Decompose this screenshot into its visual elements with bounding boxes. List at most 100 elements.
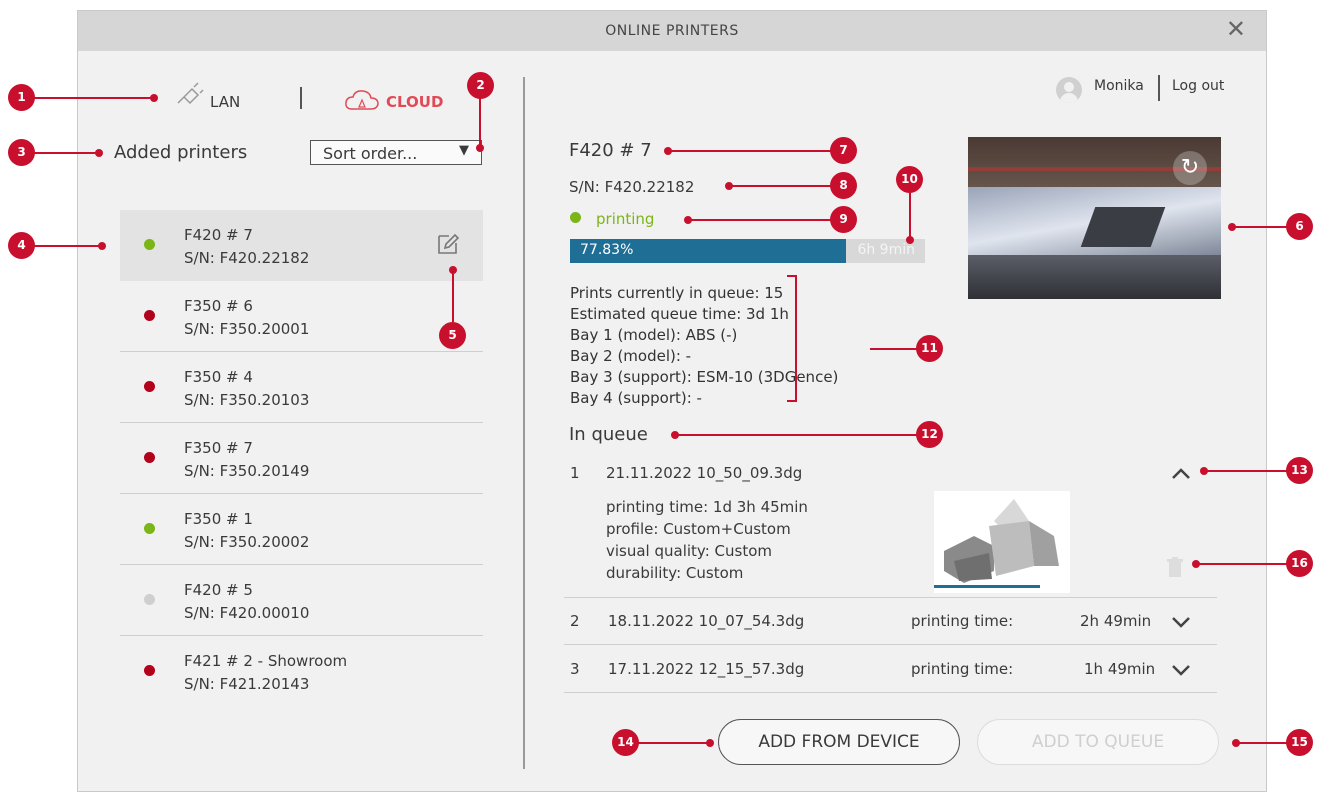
queue-item-expanded[interactable]: 1 21.11.2022 10_50_09.3dg printing time:… xyxy=(564,453,1217,598)
in-queue-heading: In queue xyxy=(569,424,648,445)
refresh-icon[interactable]: ↻ xyxy=(1173,151,1207,185)
add-from-device-button[interactable]: ADD FROM DEVICE xyxy=(718,719,960,765)
callout-line xyxy=(34,152,98,154)
callout-dot xyxy=(725,182,733,190)
tab-divider xyxy=(300,87,302,109)
info-line: Estimated queue time: 3d 1h xyxy=(570,305,789,323)
printer-serial: S/N: F350.20103 xyxy=(184,391,310,409)
printer-item[interactable]: F350 # 4 S/N: F350.20103 xyxy=(120,352,483,423)
callout-line xyxy=(870,348,917,350)
printer-name: F350 # 4 xyxy=(184,368,253,386)
printer-info-block: Prints currently in queue: 15 Estimated … xyxy=(570,283,838,409)
callout-line xyxy=(1204,470,1287,472)
chevron-up-icon[interactable] xyxy=(1170,465,1192,481)
detail-status-dot xyxy=(570,212,581,223)
callout-badge: 1 xyxy=(8,84,35,111)
printer-item[interactable]: F350 # 7 S/N: F350.20149 xyxy=(120,423,483,494)
callout-dot xyxy=(95,149,103,157)
status-dot xyxy=(144,452,155,463)
detail-printer-name: F420 # 7 xyxy=(569,140,652,161)
detail-status: printing xyxy=(596,210,655,228)
callout-dot xyxy=(1228,223,1236,231)
callout-badge: 7 xyxy=(830,137,857,164)
printer-item[interactable]: F350 # 6 S/N: F350.20001 xyxy=(120,281,483,352)
edit-icon[interactable] xyxy=(436,232,460,256)
info-line: Prints currently in queue: 15 xyxy=(570,284,784,302)
queue-item[interactable]: 2 18.11.2022 10_07_54.3dg printing time:… xyxy=(564,597,1217,645)
status-dot xyxy=(144,239,155,250)
callout-badge: 14 xyxy=(612,729,639,756)
callout-dot xyxy=(1232,739,1240,747)
cloud-icon xyxy=(345,90,379,110)
callout-badge: 9 xyxy=(830,206,857,233)
info-line: Bay 4 (support): - xyxy=(570,389,702,407)
print-progress-bar: 77.83% 6h 9min xyxy=(570,239,925,263)
queue-number: 3 xyxy=(570,660,580,678)
chevron-down-icon[interactable] xyxy=(1170,615,1192,631)
callout-dot xyxy=(98,242,106,250)
chevron-down-icon[interactable] xyxy=(1170,663,1192,679)
callout-dot xyxy=(449,266,457,274)
callout-badge: 11 xyxy=(916,335,943,362)
callout-line xyxy=(479,98,481,146)
info-line: Bay 2 (model): - xyxy=(570,347,692,365)
tab-cloud-label: CLOUD xyxy=(386,93,444,111)
queue-number: 1 xyxy=(570,464,580,482)
printer-item[interactable]: F420 # 7 S/N: F420.22182 xyxy=(120,210,483,281)
close-icon[interactable]: ✕ xyxy=(1226,17,1246,41)
callout-line xyxy=(34,97,154,99)
printer-serial: S/N: F350.20002 xyxy=(184,533,310,551)
callout-badge: 6 xyxy=(1286,213,1313,240)
detail-line: visual quality: Custom xyxy=(606,542,773,560)
callout-dot xyxy=(706,739,714,747)
detail-serial-text: S/N: F420.22182 xyxy=(569,178,695,196)
callout-badge: 3 xyxy=(8,139,35,166)
printer-item[interactable]: F350 # 1 S/N: F350.20002 xyxy=(120,494,483,565)
tab-lan-label: LAN xyxy=(210,93,241,111)
callout-badge: 16 xyxy=(1286,550,1313,577)
callout-line xyxy=(1232,226,1287,228)
callout-dot xyxy=(476,144,484,152)
printer-serial: S/N: F420.00010 xyxy=(184,604,310,622)
username: Monika xyxy=(1094,78,1144,94)
trash-icon[interactable] xyxy=(1166,557,1184,579)
sort-order-select[interactable]: Sort order... ▼ xyxy=(310,140,482,165)
queue-file-name: 17.11.2022 12_15_57.3dg xyxy=(608,660,805,678)
info-line: Bay 3 (support): ESM-10 (3DGence) xyxy=(570,368,839,386)
info-line: Bay 1 (model): ABS (-) xyxy=(570,326,738,344)
printer-name: F350 # 6 xyxy=(184,297,253,315)
callout-line xyxy=(638,742,710,744)
camera-view: ↻ xyxy=(968,137,1221,299)
user-divider xyxy=(1158,75,1160,101)
callout-line xyxy=(452,270,454,322)
printer-name: F350 # 1 xyxy=(184,510,253,528)
add-to-queue-button[interactable]: ADD TO QUEUE xyxy=(977,719,1219,765)
panel-divider xyxy=(523,77,525,769)
progress-remaining: 6h 9min xyxy=(857,242,915,258)
printer-item[interactable]: F420 # 5 S/N: F420.00010 xyxy=(120,565,483,636)
detail-line: durability: Custom xyxy=(606,564,744,582)
printer-serial: S/N: F420.22182 xyxy=(184,249,310,267)
callout-line xyxy=(34,245,102,247)
added-printers-heading: Added printers xyxy=(114,142,248,163)
callout-dot xyxy=(906,236,914,244)
printer-item[interactable]: F421 # 2 - Showroom S/N: F421.20143 xyxy=(120,636,483,706)
queue-item-details: printing time: 1d 3h 45min profile: Cust… xyxy=(606,496,808,584)
progress-percent: 77.83% xyxy=(580,242,634,258)
title-bar: ONLINE PRINTERS ✕ xyxy=(78,11,1266,51)
status-dot xyxy=(144,310,155,321)
callout-dot xyxy=(150,94,158,102)
logout-link[interactable]: Log out xyxy=(1172,78,1224,94)
callout-badge: 10 xyxy=(896,166,923,193)
callout-badge: 12 xyxy=(916,421,943,448)
callout-dot xyxy=(1200,467,1208,475)
callout-dot xyxy=(664,147,672,155)
callout-badge: 4 xyxy=(8,232,35,259)
detail-line: printing time: 1d 3h 45min xyxy=(606,498,808,516)
printing-time-value: 2h 49min xyxy=(1080,612,1152,630)
thumbnail-progress xyxy=(934,585,1040,588)
queue-item[interactable]: 3 17.11.2022 12_15_57.3dg printing time:… xyxy=(564,644,1217,693)
lan-plug-icon xyxy=(177,82,204,105)
status-dot xyxy=(144,523,155,534)
callout-badge: 5 xyxy=(439,322,466,349)
